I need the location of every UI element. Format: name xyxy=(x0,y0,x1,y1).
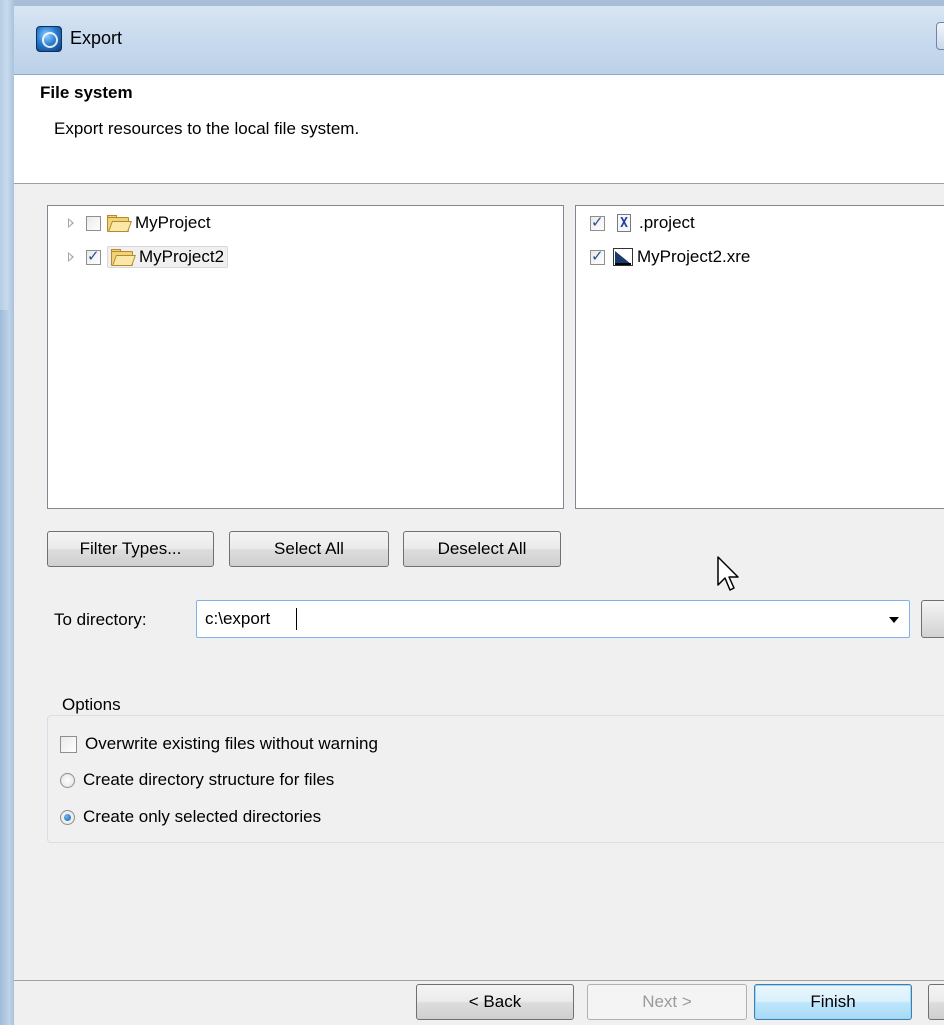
text-caret xyxy=(296,608,297,630)
tree-item-label: MyProject xyxy=(135,213,211,232)
create-selected-label: Create only selected directories xyxy=(83,807,322,826)
app-icon xyxy=(36,26,62,52)
file-list[interactable]: X .project MyProject2.xre xyxy=(575,205,944,509)
expand-arrow-icon[interactable] xyxy=(68,252,74,262)
list-item-label: .project xyxy=(639,213,695,232)
create-structure-option[interactable]: Create directory structure for files xyxy=(60,770,334,790)
tree-item-checkbox[interactable] xyxy=(86,215,101,231)
overwrite-option[interactable]: Overwrite existing files without warning xyxy=(60,734,378,754)
back-button[interactable]: < Back xyxy=(416,984,574,1020)
tree-item-myproject[interactable]: MyProject xyxy=(68,210,211,236)
resource-tree[interactable]: MyProject MyProject2 xyxy=(47,205,564,509)
select-all-button[interactable]: Select All xyxy=(229,531,389,567)
next-button[interactable]: Next > xyxy=(587,984,747,1020)
export-wizard-page: File system Export resources to the loca… xyxy=(14,75,944,1025)
create-selected-option[interactable]: Create only selected directories xyxy=(60,807,321,827)
xml-file-icon: X xyxy=(617,214,631,232)
window-frame-highlight xyxy=(0,310,10,1025)
create-structure-label: Create directory structure for files xyxy=(83,770,335,789)
tree-item-checkbox[interactable] xyxy=(86,247,101,265)
dropdown-arrow-icon[interactable] xyxy=(889,617,899,623)
open-folder-icon xyxy=(107,215,133,232)
list-item-label: MyProject2.xre xyxy=(637,247,751,266)
page-description: Export resources to the local file syste… xyxy=(54,119,360,138)
filter-types-button[interactable]: Filter Types... xyxy=(47,531,214,567)
window-title: Export xyxy=(70,28,123,48)
to-directory-value: c:\export xyxy=(205,609,271,628)
tree-item-myproject2[interactable]: MyProject2 xyxy=(68,244,229,270)
open-folder-icon xyxy=(111,249,137,266)
to-directory-label: To directory: xyxy=(54,610,147,629)
wizard-header: File system Export resources to the loca… xyxy=(14,75,944,184)
overwrite-label: Overwrite existing files without warning xyxy=(85,734,378,753)
xre-file-icon xyxy=(613,248,633,266)
browse-button[interactable] xyxy=(921,600,944,638)
deselect-all-button[interactable]: Deselect All xyxy=(403,531,561,567)
list-item-checkbox[interactable] xyxy=(590,247,605,265)
footer-separator xyxy=(14,980,944,981)
title-bar-edge xyxy=(14,0,944,6)
list-item-project[interactable]: X .project xyxy=(590,210,695,236)
window-frame-left xyxy=(0,0,15,1025)
options-legend: Options xyxy=(60,695,123,715)
tree-item-label: MyProject2 xyxy=(139,247,225,266)
minimize-button[interactable] xyxy=(936,22,944,50)
cancel-button-stub[interactable] xyxy=(928,984,944,1020)
create-selected-radio[interactable] xyxy=(60,809,75,825)
mouse-pointer-icon xyxy=(717,556,739,591)
selected-item-highlight: MyProject2 xyxy=(107,246,229,268)
page-title: File system xyxy=(40,83,133,102)
list-item-xre[interactable]: MyProject2.xre xyxy=(590,244,750,270)
finish-button[interactable]: Finish xyxy=(754,984,912,1020)
expand-arrow-icon[interactable] xyxy=(68,218,74,228)
create-structure-radio[interactable] xyxy=(60,772,75,788)
to-directory-combo[interactable]: c:\export xyxy=(196,600,910,638)
list-item-checkbox[interactable] xyxy=(590,213,605,231)
title-bar[interactable]: Export xyxy=(14,0,944,75)
overwrite-checkbox[interactable] xyxy=(60,735,77,753)
